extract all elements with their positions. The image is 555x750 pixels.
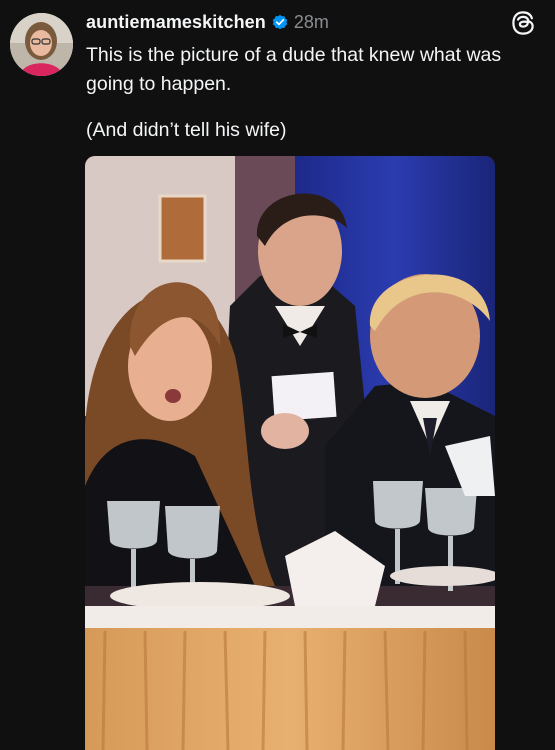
verified-badge-icon xyxy=(271,13,289,31)
author-username[interactable]: auntiemameskitchen xyxy=(86,12,266,33)
avatar-image xyxy=(10,13,73,76)
post-header: auntiemameskitchen 28m xyxy=(86,10,329,34)
post-timestamp: 28m xyxy=(293,11,329,32)
threads-post: auntiemameskitchen 28m This is the pictu… xyxy=(0,0,555,750)
post-photo[interactable] xyxy=(85,156,495,750)
photo-image xyxy=(85,156,495,750)
post-caption-secondary: (And didn’t tell his wife) xyxy=(86,119,287,141)
post-caption: This is the picture of a dude that knew … xyxy=(86,44,502,95)
threads-logo-icon[interactable] xyxy=(510,10,536,36)
author-avatar[interactable] xyxy=(10,13,73,76)
